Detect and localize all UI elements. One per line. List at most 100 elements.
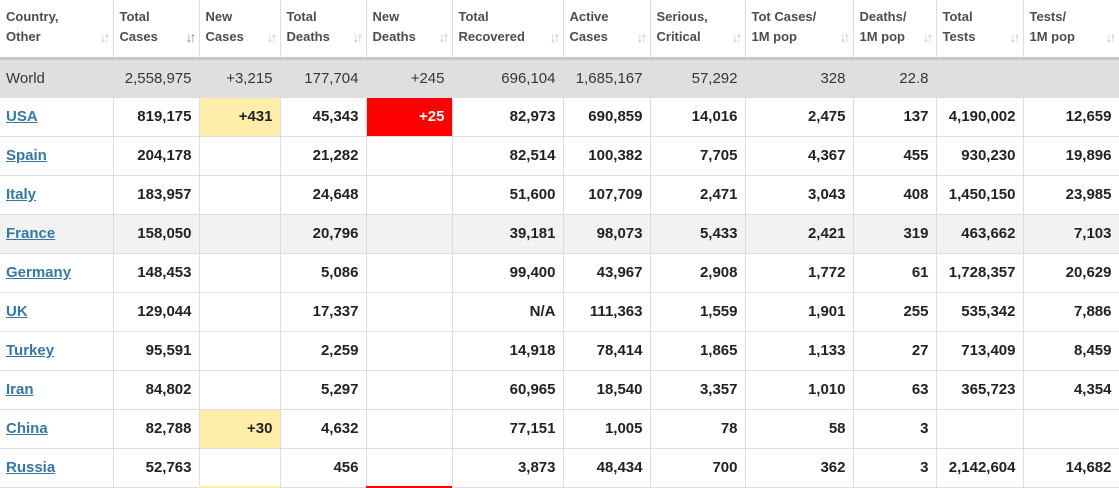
total-deaths-cell: 24,648 bbox=[280, 175, 367, 215]
sort-icon[interactable]: ↓↑ bbox=[1106, 27, 1117, 47]
total-tests-cell: 463,662 bbox=[936, 214, 1024, 254]
total-deaths-cell: 2,259 bbox=[280, 331, 367, 371]
new-deaths-cell bbox=[366, 448, 453, 488]
sort-icon[interactable]: ↓↑ bbox=[100, 27, 111, 47]
total-cases-cell: 129,044 bbox=[113, 292, 200, 332]
new-deaths-cell bbox=[366, 253, 453, 293]
covid-stats-table: Country, Other ↓↑ Total Cases ↓↑ New Cases ↓↑ Tot… bbox=[0, 0, 1119, 488]
country-link[interactable]: Germany bbox=[6, 264, 71, 281]
tests-per-1m-cell bbox=[1023, 409, 1119, 449]
country-link[interactable]: Turkey bbox=[6, 342, 54, 359]
header-tests-per-1m[interactable]: Tests/1M pop ↓↑ bbox=[1023, 0, 1119, 60]
serious-critical-cell: 2,471 bbox=[650, 175, 746, 215]
header-label: Tot Cases/1M pop bbox=[751, 9, 817, 44]
country-link[interactable]: Iran bbox=[6, 381, 34, 398]
header-new-cases[interactable]: New Cases ↓↑ bbox=[199, 0, 281, 60]
cases-per-1m-cell: 58 bbox=[745, 409, 854, 449]
header-total-cases[interactable]: Total Cases ↓↑ bbox=[113, 0, 200, 60]
sort-icon[interactable]: ↓↑ bbox=[186, 27, 197, 47]
total-cases-cell: 52,763 bbox=[113, 448, 200, 488]
total-recovered-cell: 696,104 bbox=[452, 58, 564, 98]
deaths-per-1m-cell: 63 bbox=[853, 370, 937, 410]
total-cases-cell: 158,050 bbox=[113, 214, 200, 254]
new-cases-cell: +3,215 bbox=[199, 58, 281, 98]
serious-critical-cell: 3,357 bbox=[650, 370, 746, 410]
header-active-cases[interactable]: Active Cases ↓↑ bbox=[563, 0, 651, 60]
total-cases-cell: 183,957 bbox=[113, 175, 200, 215]
total-tests-cell bbox=[936, 58, 1024, 98]
sort-icon[interactable]: ↓↑ bbox=[267, 27, 278, 47]
total-recovered-cell: N/A bbox=[452, 292, 564, 332]
sort-icon[interactable]: ↓↑ bbox=[732, 27, 743, 47]
tests-per-1m-cell: 23,985 bbox=[1023, 175, 1119, 215]
cases-per-1m-cell: 1,901 bbox=[745, 292, 854, 332]
header-new-deaths[interactable]: New Deaths ↓↑ bbox=[366, 0, 453, 60]
header-deaths-per-1m[interactable]: Deaths/1M pop ↓↑ bbox=[853, 0, 937, 60]
sort-icon[interactable]: ↓↑ bbox=[923, 27, 934, 47]
table-row: Russia 52,763 456 3,873 48,434 700 362 3 2,142,6… bbox=[0, 448, 1119, 488]
sort-icon[interactable]: ↓↑ bbox=[1010, 27, 1021, 47]
country-cell: USA bbox=[0, 97, 114, 137]
total-cases-cell: 95,591 bbox=[113, 331, 200, 371]
tests-per-1m-cell: 12,659 bbox=[1023, 97, 1119, 137]
country-link[interactable]: Spain bbox=[6, 147, 47, 164]
total-cases-cell: 204,178 bbox=[113, 136, 200, 176]
serious-critical-cell: 5,433 bbox=[650, 214, 746, 254]
country-link[interactable]: Italy bbox=[6, 186, 36, 203]
tests-per-1m-cell: 7,103 bbox=[1023, 214, 1119, 254]
header-serious-critical[interactable]: Serious, Critical ↓↑ bbox=[650, 0, 746, 60]
sort-icon[interactable]: ↓↑ bbox=[840, 27, 851, 47]
header-tot-cases-per-1m[interactable]: Tot Cases/1M pop ↓↑ bbox=[745, 0, 854, 60]
total-deaths-cell: 45,343 bbox=[280, 97, 367, 137]
sort-icon[interactable]: ↓↑ bbox=[353, 27, 364, 47]
tests-per-1m-cell: 7,886 bbox=[1023, 292, 1119, 332]
country-link[interactable]: UK bbox=[6, 303, 28, 320]
cases-per-1m-cell: 2,475 bbox=[745, 97, 854, 137]
country-link[interactable]: China bbox=[6, 420, 48, 437]
new-cases-cell bbox=[199, 175, 281, 215]
sort-icon[interactable]: ↓↑ bbox=[439, 27, 450, 47]
tests-per-1m-cell bbox=[1023, 58, 1119, 98]
header-total-recovered[interactable]: Total Recovered ↓↑ bbox=[452, 0, 564, 60]
sort-icon[interactable]: ↓↑ bbox=[550, 27, 561, 47]
deaths-per-1m-cell: 27 bbox=[853, 331, 937, 371]
world-total-row: World 2,558,975 +3,215 177,704 +245 696,104 1,… bbox=[0, 58, 1119, 98]
serious-critical-cell: 1,865 bbox=[650, 331, 746, 371]
cases-per-1m-cell: 328 bbox=[745, 58, 854, 98]
table-row: USA 819,175 +431 45,343 +25 82,973 690,859 14,0… bbox=[0, 97, 1119, 137]
country-cell: France bbox=[0, 214, 114, 254]
total-deaths-cell: 456 bbox=[280, 448, 367, 488]
total-tests-cell: 365,723 bbox=[936, 370, 1024, 410]
total-deaths-cell: 177,704 bbox=[280, 58, 367, 98]
new-cases-cell bbox=[199, 292, 281, 332]
total-tests-cell: 535,342 bbox=[936, 292, 1024, 332]
deaths-per-1m-cell: 137 bbox=[853, 97, 937, 137]
header-label: Country, Other bbox=[6, 9, 59, 44]
country-link[interactable]: Russia bbox=[6, 459, 55, 476]
total-cases-cell: 148,453 bbox=[113, 253, 200, 293]
sort-icon[interactable]: ↓↑ bbox=[637, 27, 648, 47]
total-tests-cell: 2,142,604 bbox=[936, 448, 1024, 488]
serious-critical-cell: 57,292 bbox=[650, 58, 746, 98]
total-tests-cell: 4,190,002 bbox=[936, 97, 1024, 137]
header-total-tests[interactable]: Total Tests ↓↑ bbox=[936, 0, 1024, 60]
new-deaths-cell bbox=[366, 409, 453, 449]
total-tests-cell bbox=[936, 409, 1024, 449]
deaths-per-1m-cell: 255 bbox=[853, 292, 937, 332]
total-tests-cell: 713,409 bbox=[936, 331, 1024, 371]
country-link[interactable]: France bbox=[6, 225, 55, 242]
country-link[interactable]: USA bbox=[6, 108, 38, 125]
new-cases-cell: +30 bbox=[199, 409, 281, 449]
cases-per-1m-cell: 362 bbox=[745, 448, 854, 488]
new-cases-cell bbox=[199, 448, 281, 488]
total-recovered-cell: 60,965 bbox=[452, 370, 564, 410]
active-cases-cell: 48,434 bbox=[563, 448, 651, 488]
active-cases-cell: 690,859 bbox=[563, 97, 651, 137]
header-label: Total Recovered bbox=[458, 9, 525, 44]
new-cases-cell: +431 bbox=[199, 97, 281, 137]
header-total-deaths[interactable]: Total Deaths ↓↑ bbox=[280, 0, 367, 60]
total-deaths-cell: 5,297 bbox=[280, 370, 367, 410]
header-country[interactable]: Country, Other ↓↑ bbox=[0, 0, 114, 60]
total-recovered-cell: 82,514 bbox=[452, 136, 564, 176]
new-cases-cell bbox=[199, 214, 281, 254]
